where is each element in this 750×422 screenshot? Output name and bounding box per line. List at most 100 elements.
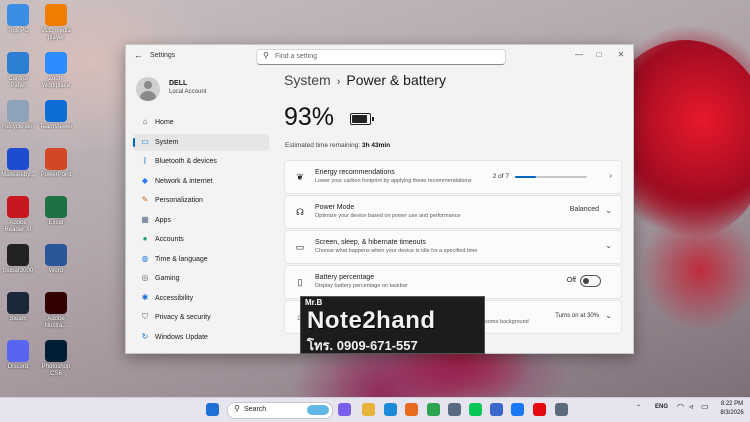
sidebar-item-network-internet[interactable]: ◆ Network & internet (133, 173, 269, 190)
desktop-icon[interactable]: This PC (0, 4, 36, 35)
desktop-icon[interactable]: Steam (0, 292, 36, 323)
chevron-right-icon: › (336, 76, 341, 88)
settings-icon[interactable] (555, 403, 568, 416)
sidebar-item-home[interactable]: ⌂ Home (133, 114, 269, 131)
sidebar-item-apps[interactable]: ▦ Apps (133, 212, 269, 229)
wifi-icon: ◆ (141, 175, 149, 185)
estimate-label: Estimated time remaining: (285, 142, 361, 149)
sidebar-item-label: Windows Update (155, 333, 208, 341)
user-name: DELL (169, 80, 188, 87)
bluetooth-icon: ᛒ (142, 156, 148, 165)
sidebar-item-gaming[interactable]: ◎ Gaming (133, 270, 269, 287)
illustrator-icon (45, 292, 67, 314)
language-indicator[interactable]: ENG (655, 404, 668, 410)
powerpoint-icon (45, 148, 67, 170)
sidebar-item-privacy-security[interactable]: ⛉ Privacy & security (133, 309, 269, 326)
power-mode-card[interactable]: ☊ Power Mode Optimize your device based … (284, 195, 622, 229)
screen-sleep-card[interactable]: ▭ Screen, sleep, & hibernate timeouts Ch… (284, 230, 622, 264)
sidebar-item-accounts[interactable]: ● Accounts (133, 231, 269, 248)
breadcrumb-parent[interactable]: System (284, 72, 331, 88)
screen-icon: ▭ (295, 242, 305, 252)
estimate-value: 3h 43min (361, 142, 391, 149)
desktop-icon-label: VLC media player (41, 28, 71, 41)
sidebar-item-system[interactable]: ▭ System (133, 133, 269, 151)
clock[interactable]: 8:22 PM 8/3/2026 (716, 400, 748, 418)
battery-percentage-toggle[interactable] (580, 275, 601, 287)
windows-start-icon[interactable] (206, 403, 219, 416)
desktop-icon[interactable]: VLC media player (38, 4, 74, 42)
power-mode-value[interactable]: Balanced (570, 206, 599, 213)
copilot-icon[interactable] (338, 403, 351, 416)
recommendations-progress-bar (515, 176, 587, 178)
wifi-icon[interactable]: ◠ (677, 402, 684, 411)
close-button[interactable]: ✕ (613, 48, 629, 62)
desktop-icon[interactable]: Control Panel (0, 52, 36, 90)
desktop-icon[interactable]: Word (38, 244, 74, 275)
sidebar: DELL Local Account ⌂ Home ▭ System ᛒ Bluetoot… (126, 67, 271, 353)
globe-icon: ◍ (141, 253, 149, 263)
maximize-button[interactable]: □ (591, 48, 607, 62)
sidebar-item-time-language[interactable]: ◍ Time & language (133, 251, 269, 268)
desktop-icon[interactable]: Zoom Workplace (38, 52, 74, 90)
home-icon: ⌂ (142, 117, 148, 126)
find-setting-search[interactable]: ⚲ Find a setting (256, 49, 506, 65)
sidebar-item-label: Privacy & security (155, 314, 211, 321)
windows-update-icon: ↻ (141, 331, 149, 341)
sidebar-item-accessibility[interactable]: ✱ Accessibility (133, 290, 269, 307)
taskbar: ⚲ Search ⌃ ENG ◠ ◃ ▭ 8:22 PM 8/3/2026 (0, 397, 750, 422)
chevron-down-icon[interactable]: ⌄ (605, 311, 612, 320)
clock-time: 8:22 PM (720, 401, 744, 407)
sidebar-item-personalization[interactable]: ✎ Personalization (133, 192, 269, 209)
estimated-time: Estimated time remaining: 3h 43min (285, 142, 390, 149)
sidebar-item-label: Gaming (155, 275, 180, 282)
control-panel-icon (7, 52, 29, 74)
desktop-icon[interactable]: Excel (38, 196, 74, 227)
facebook-icon[interactable] (511, 403, 524, 416)
chevron-down-icon[interactable]: ⌄ (605, 241, 612, 250)
volume-icon[interactable]: ◃ (689, 402, 693, 411)
sidebar-item-bluetooth-devices[interactable]: ᛒ Bluetooth & devices (133, 153, 269, 170)
computer-icon (7, 4, 29, 26)
microsoft-store-icon[interactable] (490, 403, 503, 416)
taskbar-search[interactable]: ⚲ Search (227, 402, 333, 419)
sidebar-item-label: Apps (155, 216, 171, 224)
desktop-icon[interactable]: foobar2000 (0, 244, 36, 275)
battery-saver-value: Turns on at 30% (555, 313, 599, 319)
file-explorer-icon[interactable] (362, 403, 375, 416)
energy-recommendations-card[interactable]: ❦ Energy recommendations Lower your carb… (284, 160, 622, 194)
desktop-icon[interactable]: Adobe Reader XI (0, 196, 36, 234)
battery-icon[interactable]: ▭ (701, 402, 709, 411)
wallpaper-shape (640, 210, 750, 330)
chrome-icon[interactable] (427, 403, 440, 416)
line-icon[interactable] (469, 403, 482, 416)
card-subtitle: Optimize your device based on power use … (315, 213, 461, 219)
battery-percentage-card: ▯ Battery percentage Display battery per… (284, 265, 622, 299)
title-bar: ← Settings ⚲ Find a setting — □ ✕ (126, 45, 633, 67)
sidebar-item-label: Accounts (155, 236, 184, 243)
camera-icon[interactable] (448, 403, 461, 416)
desktop-icon[interactable]: PowerPoint (38, 148, 74, 179)
minimize-button[interactable]: — (571, 48, 587, 62)
power-mode-icon: ☊ (296, 207, 304, 217)
desktop-icon[interactable]: Recycle Bin (0, 100, 36, 131)
search-icon: ⚲ (234, 404, 240, 413)
desktop-icon[interactable]: Discord (0, 340, 36, 371)
chevron-up-icon[interactable]: ⌃ (636, 404, 641, 411)
photoshop-icon (45, 340, 67, 362)
battery-icon: ▯ (297, 277, 303, 287)
firefox-icon[interactable] (405, 403, 418, 416)
back-arrow-icon[interactable]: ← (134, 50, 143, 60)
desktop-icon[interactable]: Adobe Illustra... (38, 292, 74, 330)
apps-icon: ▦ (141, 214, 149, 224)
chevron-down-icon[interactable]: ⌄ (605, 206, 612, 215)
edge-icon[interactable] (384, 403, 397, 416)
sidebar-item-windows-update[interactable]: ↻ Windows Update (133, 329, 269, 346)
avatar[interactable] (136, 77, 160, 101)
card-subtitle: Choose what happens when your device is … (315, 248, 478, 254)
desktop-icon[interactable]: TeamViewer (38, 100, 74, 131)
sidebar-item-label: Personalization (155, 197, 203, 204)
desktop-icon[interactable]: Malwareby... (0, 148, 36, 179)
netflix-icon[interactable] (533, 403, 546, 416)
zoom-icon (45, 52, 67, 74)
desktop-icon[interactable]: Photoshop CS6 (38, 340, 74, 378)
